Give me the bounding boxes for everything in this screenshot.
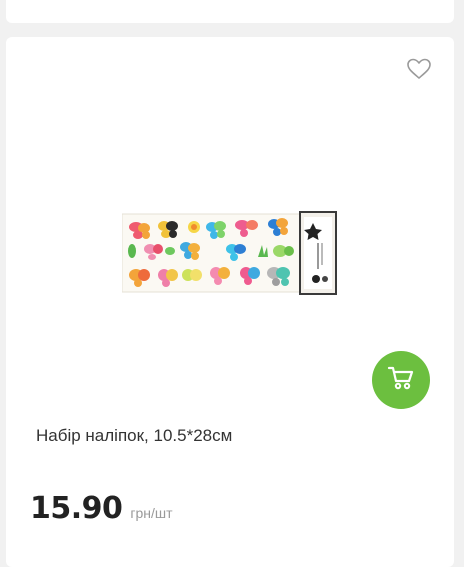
product-title[interactable]: Набір наліпок, 10.5*28см bbox=[36, 426, 232, 446]
heart-icon[interactable] bbox=[406, 57, 432, 81]
price-row: 15.90 грн/шт bbox=[30, 491, 173, 526]
product-price: 15.90 bbox=[30, 491, 123, 526]
product-card[interactable]: Набір наліпок, 10.5*28см 15.90 грн/шт bbox=[6, 37, 454, 567]
product-image[interactable] bbox=[121, 211, 338, 295]
shopping-cart-icon bbox=[387, 365, 415, 396]
previous-product-card bbox=[6, 0, 454, 23]
add-to-cart-button[interactable] bbox=[372, 351, 430, 409]
price-unit: грн/шт bbox=[130, 505, 173, 521]
